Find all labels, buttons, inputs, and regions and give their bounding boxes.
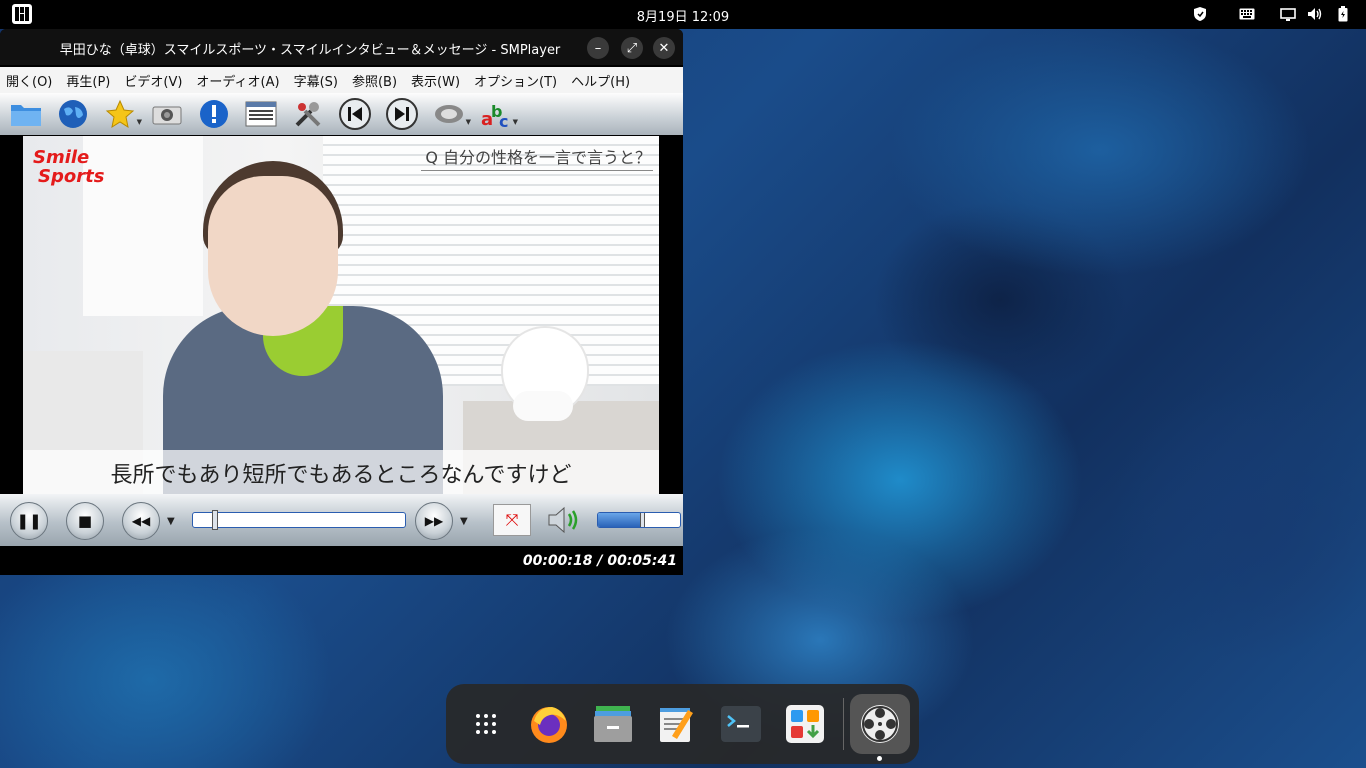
next-icon[interactable] [382,96,422,132]
video-subtitle: 長所でもあり短所でもあるところなんですけど [23,450,659,494]
mascot-body [513,391,573,421]
text-editor-icon[interactable] [656,703,698,745]
seek-handle[interactable] [212,510,218,530]
chevron-down-icon: ▼ [465,118,471,126]
logo-line1: Smile [33,147,90,168]
terminal-icon[interactable] [720,703,762,745]
control-bar: ❚❚ ■ ◀◀ ▼ ▶▶ ▼ ⤧ [0,494,683,546]
battery-icon[interactable] [1333,5,1353,23]
video-question-text: Q 自分の性格を一言で言うと？ [421,144,653,171]
menu-help[interactable]: ヘルプ(H) [571,71,630,90]
open-folder-icon[interactable] [6,96,46,132]
screenshot-camera-icon[interactable] [147,96,187,132]
menu-open[interactable]: 開く(O) [6,71,52,90]
close-button[interactable]: ✕ [653,37,675,59]
volume-speaker-icon[interactable] [546,504,584,540]
fullscreen-icon: ⤧ [505,510,519,529]
shield-icon[interactable] [1190,5,1210,23]
svg-text:c: c [499,112,508,129]
running-indicator [877,756,882,761]
dock-separator [843,698,844,750]
menu-video[interactable]: ビデオ(V) [124,71,182,90]
maximize-button[interactable]: ⤢ [621,37,643,59]
volume-fill [598,513,640,527]
window-titlebar[interactable]: 早田ひな（卓球）スマイルスポーツ・スマイルインタビュー＆メッセージ - SMPl… [0,29,683,65]
software-store-icon[interactable] [784,703,826,745]
pause-button[interactable]: ❚❚ [10,502,48,540]
volume-slider[interactable] [597,512,681,528]
forward-icon: ▶▶ [424,514,444,528]
display-icon[interactable] [1278,5,1298,23]
menu-options[interactable]: オプション(T) [474,71,557,90]
menu-subtitles[interactable]: 字幕(S) [294,71,338,90]
pause-icon: ❚❚ [16,512,42,530]
video-area[interactable]: Smile Sports Q 自分の性格を一言で言うと？ 長所でもあり短所でもあ… [23,136,659,494]
globe-icon[interactable] [53,96,93,132]
clock[interactable]: 8月19日 12:09 [0,6,1366,25]
menu-view[interactable]: 表示(W) [411,71,460,90]
seek-slider[interactable] [192,510,406,530]
previous-icon[interactable] [335,96,375,132]
audio-track-icon[interactable]: ▼ [429,96,471,132]
volume-icon[interactable] [1305,5,1325,23]
minimize-button[interactable]: – [587,37,609,59]
time-display: 00:00:18 / 00:05:41 [522,553,677,569]
info-icon[interactable] [194,96,234,132]
dock [446,684,919,764]
menu-audio[interactable]: オーディオ(A) [196,71,279,90]
logo-line2: Sports [38,166,105,187]
stop-button[interactable]: ■ [66,502,104,540]
volume-handle[interactable] [640,513,645,527]
smplayer-window: 早田ひな（卓球）スマイルスポーツ・スマイルインタビュー＆メッセージ - SMPl… [0,29,683,575]
preferences-tools-icon[interactable] [288,96,328,132]
rewind-button[interactable]: ◀◀ [122,502,160,540]
playlist-icon[interactable] [241,96,281,132]
fullscreen-button[interactable]: ⤧ [493,504,531,536]
favorites-star-icon[interactable]: ▼ [100,96,142,132]
forward-menu-chevron-icon[interactable]: ▼ [460,516,468,527]
person-face [208,176,338,336]
app-grid-icon[interactable] [465,703,507,745]
main-toolbar: ▼ ▼ abc ▼ [0,93,683,135]
smile-sports-logo: Smile Sports [33,148,104,186]
status-bar: 00:00:18 / 00:05:41 [0,546,683,575]
stop-icon: ■ [77,512,93,530]
subtitles-icon[interactable]: abc ▼ [476,96,518,132]
files-icon[interactable] [592,703,634,745]
firefox-icon[interactable] [528,703,570,745]
chevron-down-icon: ▼ [136,118,142,126]
manjaro-logo-icon[interactable] [12,4,32,24]
keyboard-icon[interactable] [1237,5,1257,23]
smplayer-icon[interactable] [859,703,901,745]
rewind-icon: ◀◀ [131,514,151,528]
menu-bar: 開く(O) 再生(P) ビデオ(V) オーディオ(A) 字幕(S) 参照(B) … [0,67,683,93]
window-title: 早田ひな（卓球）スマイルスポーツ・スマイルインタビュー＆メッセージ - SMPl… [59,43,561,58]
forward-button[interactable]: ▶▶ [415,502,453,540]
chevron-down-icon: ▼ [512,118,518,126]
menu-browse[interactable]: 参照(B) [352,71,397,90]
rewind-menu-chevron-icon[interactable]: ▼ [167,516,175,527]
top-panel: 8月19日 12:09 [0,0,1366,29]
menu-play[interactable]: 再生(P) [66,71,110,90]
